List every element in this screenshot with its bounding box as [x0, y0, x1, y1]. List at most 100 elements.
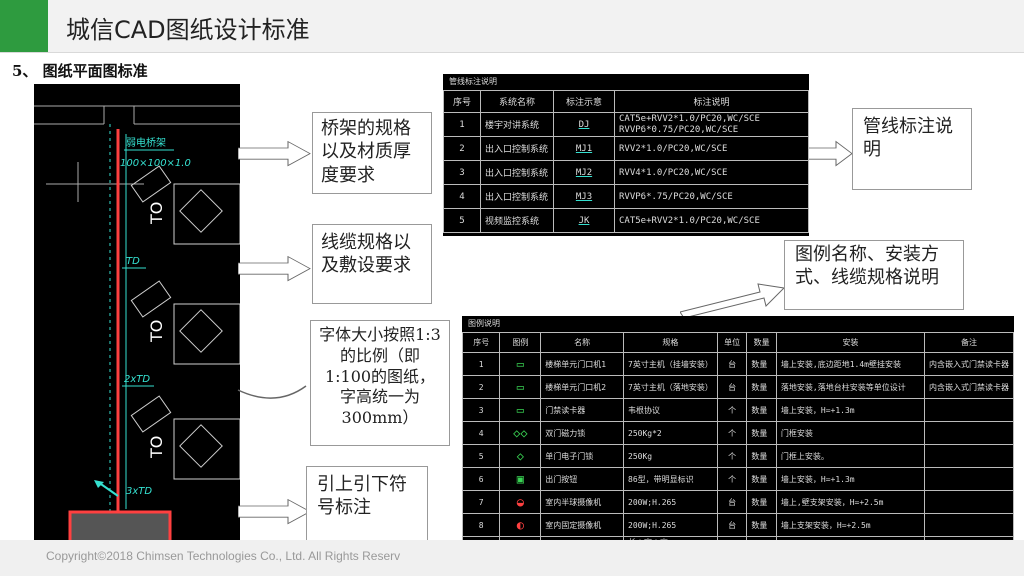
- legend-col-name: 名称: [540, 332, 625, 353]
- legend-table-caption: 图例说明: [468, 319, 500, 328]
- pipe-cell-mark: DJ: [553, 112, 615, 137]
- cad-chair: [179, 189, 223, 233]
- pipe-cell-no: 4: [443, 184, 481, 209]
- legend-table-row: 5 ◇ 单门电子门锁 250Kg 个数量 门框上安装。: [461, 444, 1014, 468]
- tray-tag-label: 弱电桥架: [126, 136, 166, 149]
- pipe-annotation-table: 管线标注说明 序号 系统名称 标注示意 标注说明 1 楼宇对讲系统 DJ CAT5e+…: [443, 74, 809, 236]
- cad-floor-plan: 弱电桥架 100×100×1.0 TD 2xTD 3xTD TO TO TO: [34, 84, 241, 546]
- legend-cell-install: 墙上安装，H=+1.3m: [775, 398, 926, 422]
- pipe-col-mark: 标注示意: [553, 90, 615, 113]
- legend-table-row: 6 ▣ 出门按钮 86型，带明显标识个数量 墙上安装，H=+1.3m: [461, 467, 1014, 491]
- legend-cell-qty: 数量: [746, 444, 777, 468]
- legend-cell-name: 出门按钮: [540, 467, 625, 491]
- legend-cell-install: 落地安装,落地台柱安装等单位设计: [775, 375, 926, 399]
- pipe-col-system: 系统名称: [480, 90, 554, 113]
- pipe-table-body: 1 楼宇对讲系统 DJ CAT5e+RVV2*1.0/PC20,WC/SCE RVVP6…: [443, 112, 809, 233]
- cad-chair: [179, 424, 223, 468]
- legend-table-row: 4 ◇◇ 双门磁力锁 250Kg*2 个数量 门框安装: [461, 421, 1014, 445]
- legend-cell-qty: 数量: [746, 421, 777, 445]
- arrow-tray: [238, 140, 311, 167]
- legend-cell-spec: 韦根协议: [623, 398, 718, 422]
- pipe-table-row: 5 视频监控系统 JK CAT5e+RVV2*1.0/PC20,WC/SCE: [443, 208, 809, 233]
- pipe-table-grid: 序号 系统名称 标注示意 标注说明 1 楼宇对讲系统 DJ CAT5e+RVV2*1.…: [443, 90, 809, 233]
- arrow-legend: [680, 283, 786, 318]
- legend-cell-name: 双门磁力锁: [540, 421, 625, 445]
- pipe-cell-desc: RVV2*1.0/PC20,WC/SCE: [614, 136, 809, 161]
- pipe-table-row: 3 出入口控制系统 MJ2 RVV4*1.0/PC20,WC/SCE: [443, 160, 809, 185]
- legend-cell-no: 4: [461, 421, 501, 445]
- legend-cell-no: 5: [461, 444, 501, 468]
- pipe-col-desc: 标注说明: [614, 90, 809, 113]
- legend-cell-install: 墙上,壁支架安装，H=+2.5m: [775, 490, 926, 514]
- legend-cell-sym: ◐: [499, 513, 542, 537]
- cad-room-block: [173, 303, 241, 365]
- legend-col-install: 安装: [775, 332, 926, 353]
- legend-table-grid: 序号 图例 名称 规格 单位 数量 安装 备注 1 ▭ 楼梯单元门口机1 7英寸主机（…: [461, 332, 1014, 560]
- legend-cell-no: 3: [461, 398, 501, 422]
- note-pipeline-legend: 管线标注说明: [852, 108, 972, 190]
- legend-cell-spec: 7英寸主机（挂墙安装）: [623, 352, 718, 376]
- legend-cell-spec: 200W;H.265: [623, 490, 718, 514]
- legend-col-symbol: 图例: [499, 332, 542, 353]
- pipe-table-caption: 管线标注说明: [449, 77, 497, 86]
- legend-cell-spec: 250Kg: [623, 444, 718, 468]
- legend-cell-unit: 个: [716, 467, 748, 491]
- cad-room-block: [173, 418, 241, 480]
- legend-col-spec: 规格: [623, 332, 718, 353]
- pipe-cell-no: 3: [443, 160, 481, 185]
- legend-cell-spec: 250Kg*2: [623, 421, 718, 445]
- pipe-cell-system: 楼宇对讲系统: [480, 112, 554, 137]
- legend-cell-name: 单门电子门锁: [540, 444, 625, 468]
- legend-cell-qty: 数量: [746, 467, 777, 491]
- legend-table-row: 2 ▭ 楼梯单元门口机2 7英寸主机（落地安装）台数量 落地安装,落地台柱安装等单位设计…: [461, 375, 1014, 399]
- legend-cell-install: 墙上支架安装，H=+2.5m: [775, 513, 926, 537]
- footer-copyright: Copyright©2018 Chimsen Technologies Co.,…: [46, 549, 401, 563]
- legend-cell-name: 门禁读卡器: [540, 398, 625, 422]
- section-heading: 5、 图纸平面图标准: [12, 62, 148, 80]
- note-riser-symbol: 引上引下符号标注: [306, 466, 428, 548]
- pipe-cell-system: 视频监控系统: [480, 208, 554, 233]
- legend-cell-note: [924, 444, 1014, 468]
- legend-cell-note: 内含嵌入式门禁读卡器: [924, 352, 1014, 376]
- legend-cell-spec: 7英寸主机（落地安装）: [623, 375, 718, 399]
- cad-desk: [130, 280, 172, 318]
- note-font-spec: 字体大小按照1:3的比例（即1:100的图纸，字高统一为300mm）: [310, 320, 450, 446]
- legend-cell-sym: ▭: [499, 375, 542, 399]
- pipe-cell-system: 出入口控制系统: [480, 184, 554, 209]
- legend-cell-spec: 200W;H.265: [623, 513, 718, 537]
- legend-cell-unit: 台: [716, 513, 748, 537]
- tray-size-label: 100×100×1.0: [120, 158, 191, 169]
- legend-cell-note: [924, 398, 1014, 422]
- legend-col-unit: 单位: [716, 332, 748, 353]
- legend-cell-no: 2: [461, 375, 501, 399]
- pipe-table-row: 1 楼宇对讲系统 DJ CAT5e+RVV2*1.0/PC20,WC/SCE RVVP6…: [443, 112, 809, 137]
- pipe-cell-desc: CAT5e+RVV2*1.0/PC20,WC/SCE RVVP6*0.75/PC2…: [614, 112, 809, 137]
- legend-cell-sym: ▣: [499, 467, 542, 491]
- td-label-b: 2xTD: [124, 374, 150, 385]
- legend-cell-no: 6: [461, 467, 501, 491]
- arrow-cable: [238, 255, 311, 282]
- legend-cell-name: 楼梯单元门口机2: [540, 375, 625, 399]
- arrow-font: [237, 385, 307, 399]
- title-accent: [0, 0, 48, 52]
- cad-desk: [130, 395, 172, 433]
- legend-cell-install: 墙上安装,底边距地1.4m壁挂安装: [775, 352, 926, 376]
- legend-cell-unit: 台: [716, 375, 748, 399]
- pipe-cell-system: 出入口控制系统: [480, 160, 554, 185]
- pipe-cell-system: 出入口控制系统: [480, 136, 554, 161]
- legend-cell-note: [924, 490, 1014, 514]
- pipe-cell-mark: MJ1: [553, 136, 615, 161]
- legend-cell-unit: 个: [716, 398, 748, 422]
- legend-cell-no: 1: [461, 352, 501, 376]
- note-cable-spec: 线缆规格以及敷设要求: [312, 224, 432, 304]
- note-tray-spec: 桥架的规格以及材质厚度要求: [312, 112, 432, 194]
- legend-cell-sym: ◇: [499, 444, 542, 468]
- legend-cell-qty: 数量: [746, 490, 777, 514]
- legend-cell-note: 内含嵌入式门禁读卡器: [924, 375, 1014, 399]
- legend-cell-install: 墙上安装，H=+1.3m: [775, 467, 926, 491]
- legend-cell-spec: 86型，带明显标识: [623, 467, 718, 491]
- to-label-a: TO: [147, 202, 166, 225]
- legend-cell-note: [924, 421, 1014, 445]
- pipe-cell-mark: MJ3: [553, 184, 615, 209]
- legend-cell-qty: 数量: [746, 513, 777, 537]
